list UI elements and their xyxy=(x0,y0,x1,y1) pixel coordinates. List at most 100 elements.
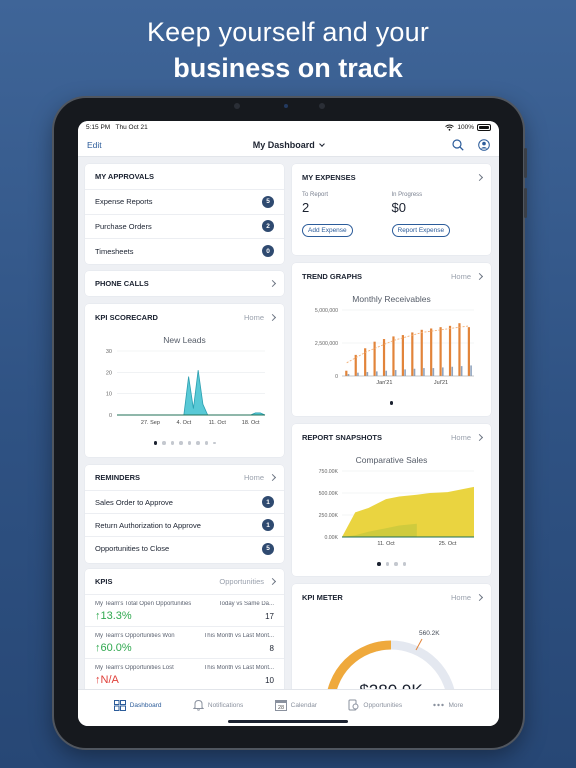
trend-graphs-card: TREND GRAPHS Home Monthly Receivables 0 2,… xyxy=(292,263,491,416)
y-tick-label: 2,500,000 xyxy=(315,341,338,347)
page-dots[interactable] xyxy=(85,441,284,445)
page-dot[interactable] xyxy=(179,441,183,445)
page-dot[interactable] xyxy=(187,441,191,445)
in-progress-value: $0 xyxy=(391,200,406,215)
kpi-scorecard-card: KPI SCORECARD Home New Leads 0 10 20 30 27. S… xyxy=(85,304,284,457)
page-dot[interactable] xyxy=(377,562,381,566)
opportunities-icon xyxy=(348,699,359,711)
new-leads-chart: 0 10 20 30 27. Sep 4. Oct 11. Oct 18. Oct xyxy=(106,349,266,426)
kpi-header-line: My Team's Opportunities Lost This Month v… xyxy=(95,665,274,671)
reminders-header: REMINDERS Home xyxy=(85,465,284,491)
reminder-row[interactable]: Sales Order to Approve 1 xyxy=(85,491,284,514)
reminders-title: REMINDERS xyxy=(95,473,141,482)
approval-row[interactable]: Timesheets 0 xyxy=(85,239,284,264)
kpis-header: KPIS Opportunities xyxy=(85,569,284,595)
page-dot[interactable] xyxy=(402,562,406,566)
bar-receivables xyxy=(373,341,376,376)
status-bar: 5:15 PM Thu Oct 21 100% xyxy=(78,121,499,134)
kpis-opportunities-link[interactable]: Opportunities xyxy=(219,577,277,586)
kpi-meter-home-link[interactable]: Home xyxy=(451,593,484,602)
dashboard-title[interactable]: My Dashboard xyxy=(78,140,499,150)
snapshots-home-link[interactable]: Home xyxy=(450,432,484,442)
y-tick-label: 10 xyxy=(106,392,112,398)
add-expense-button[interactable]: Add Expense xyxy=(302,224,353,237)
approvals-title: MY APPROVALS xyxy=(95,172,155,181)
page-dot[interactable] xyxy=(162,441,166,445)
kpi-row[interactable]: My Team's Opportunities Lost This Month v… xyxy=(85,659,284,689)
phone-calls-title: PHONE CALLS xyxy=(95,279,149,288)
page-dot[interactable] xyxy=(385,562,389,566)
chart-title: Monthly Receivables xyxy=(352,294,431,304)
report-expense-button[interactable]: Report Expense xyxy=(391,224,451,237)
chevron-right-icon xyxy=(268,313,277,321)
page-dot[interactable] xyxy=(170,441,174,445)
tab-calendar[interactable]: 28 Calendar xyxy=(274,699,317,711)
home-link-text: Home xyxy=(450,432,471,442)
kpi-change: ↑N/A xyxy=(95,674,119,686)
kpi-values: ↑13.3% 17 xyxy=(95,610,274,622)
home-indicator[interactable] xyxy=(228,720,348,723)
bar-receivables xyxy=(439,327,442,376)
expenses-title: MY EXPENSES xyxy=(302,172,356,182)
approval-row[interactable]: Expense Reports 5 xyxy=(85,190,284,215)
expenses-header[interactable]: MY EXPENSES xyxy=(292,164,491,190)
volume-button xyxy=(524,188,527,218)
page-dot[interactable] xyxy=(213,441,216,444)
bar-receivables xyxy=(411,332,414,376)
tab-dashboard[interactable]: Dashboard xyxy=(113,699,162,711)
reminder-label: Opportunities to Close xyxy=(95,544,170,553)
page-dots[interactable] xyxy=(292,562,491,566)
chevron-right-icon xyxy=(268,279,277,288)
kpi-row[interactable]: My Team's Opportunities Won This Month vs… xyxy=(85,627,284,659)
approval-label: Timesheets xyxy=(95,246,134,256)
reminder-row[interactable]: Return Authorization to Approve 1 xyxy=(85,514,284,537)
kpi-row[interactable]: My Team's Total Open Opportunities Today … xyxy=(85,595,284,627)
reminders-home-link[interactable]: Home xyxy=(244,473,277,482)
kpis-link-text: Opportunities xyxy=(219,577,264,586)
dashboard-title-text: My Dashboard xyxy=(252,140,315,150)
bar-secondary xyxy=(394,370,397,376)
bell-icon xyxy=(192,699,204,711)
x-tick-label: Jul'21 xyxy=(434,380,448,386)
trend-graphs-header: TREND GRAPHS Home xyxy=(292,263,491,289)
kpi-period: This Month vs Last Mont... xyxy=(203,665,274,671)
kpi-change: ↑13.3% xyxy=(95,610,132,622)
page-dot[interactable] xyxy=(204,441,208,445)
chart-title: Comparative Sales xyxy=(355,455,428,465)
bar-receivables xyxy=(420,329,423,376)
trend-home-link[interactable]: Home xyxy=(451,272,484,281)
tab-more[interactable]: More xyxy=(433,702,463,709)
bar-secondary xyxy=(451,366,454,376)
page-dot[interactable] xyxy=(196,441,200,445)
kpi-period: This Month vs Last Mont... xyxy=(203,633,274,639)
kpi-meter-header: KPI METER Home xyxy=(292,584,491,610)
kpi-name: My Team's Opportunities Won xyxy=(95,633,175,639)
profile-icon[interactable] xyxy=(478,139,490,151)
kpi-scorecard-home-link[interactable]: Home xyxy=(244,313,277,322)
page-dot[interactable] xyxy=(389,401,394,405)
headline-line-2: business on track xyxy=(173,53,403,83)
tab-notifications[interactable]: Notifications xyxy=(192,699,243,711)
report-snapshots-card: REPORT SNAPSHOTS Home Comparative Sales 0… xyxy=(292,424,491,576)
kpi-change-value: 60.0% xyxy=(100,642,132,654)
bar-receivables xyxy=(448,325,452,376)
x-tick-label: 4. Oct xyxy=(177,420,192,426)
approval-row[interactable]: Purchase Orders 2 xyxy=(85,215,284,239)
tab-opportunities[interactable]: Opportunities xyxy=(348,699,402,711)
bar-receivables xyxy=(392,336,395,376)
page-dot[interactable] xyxy=(394,562,398,566)
page-dots[interactable] xyxy=(292,401,491,405)
page-dot[interactable] xyxy=(153,441,157,445)
edit-button[interactable]: Edit xyxy=(87,140,102,150)
search-icon[interactable] xyxy=(452,139,464,151)
bar-receivables xyxy=(430,328,433,376)
kpi-values: ↑N/A 10 xyxy=(95,674,274,686)
tab-bar: Dashboard Notifications 28 Calendar Oppo… xyxy=(78,689,499,726)
reminder-row[interactable]: Opportunities to Close 5 xyxy=(85,537,284,560)
report-snapshots-header: REPORT SNAPSHOTS Home xyxy=(292,424,491,450)
phone-calls-card[interactable]: PHONE CALLS xyxy=(85,271,284,296)
approval-label: Expense Reports xyxy=(95,197,153,207)
chevron-right-icon xyxy=(268,577,277,586)
chevron-down-icon xyxy=(319,141,326,147)
phone-calls-header: PHONE CALLS xyxy=(85,271,284,296)
